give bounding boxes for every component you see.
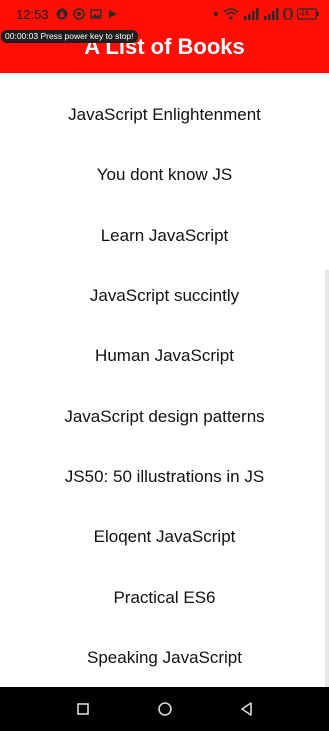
book-list-item[interactable]: You dont know JS (0, 157, 329, 193)
scrollbar[interactable] (325, 270, 329, 687)
app-header: 12:53 44 00:00:03 Press power key to sto… (0, 0, 329, 73)
image-notification-icon (90, 8, 102, 20)
system-navigation-bar (0, 687, 329, 731)
notification-icons (56, 8, 119, 20)
book-list-item[interactable]: Human JavaScript (0, 338, 329, 374)
book-list-item[interactable]: Speaking JavaScript (0, 640, 329, 676)
book-list-item[interactable]: JavaScript design patterns (0, 399, 329, 435)
dot-indicator-icon (213, 8, 219, 20)
wifi-icon (223, 8, 239, 20)
book-list-item[interactable]: JavaScript succintly (0, 278, 329, 314)
book-list-item[interactable]: Practical ES6 (0, 580, 329, 616)
circle-home-icon[interactable] (155, 699, 175, 719)
app-screen: 12:53 44 00:00:03 Press power key to sto… (0, 0, 329, 731)
vibrate-icon (283, 8, 293, 20)
battery-icon: 44 (297, 8, 319, 20)
book-list-item[interactable]: JavaScript Enlightenment (0, 97, 329, 133)
square-recent-apps-icon[interactable] (73, 699, 93, 719)
book-list-item[interactable]: Learn JavaScript (0, 218, 329, 254)
book-list[interactable]: JavaScript Enlightenment You dont know J… (0, 73, 329, 687)
alert-notification-icon (56, 8, 68, 20)
book-list-item[interactable]: JS50: 50 illustrations in JS (0, 459, 329, 495)
screen-recording-notice[interactable]: 00:00:03 Press power key to stop! (1, 30, 138, 43)
battery-level: 44 (300, 9, 309, 18)
signal-strength-2-icon (263, 8, 279, 20)
system-status-icons: 44 (213, 8, 319, 20)
signal-strength-icon (243, 8, 259, 20)
target-notification-icon (73, 8, 85, 20)
play-notification-icon (107, 8, 119, 20)
triangle-back-icon[interactable] (237, 699, 257, 719)
status-time: 12:53 (16, 7, 49, 22)
status-bar: 12:53 44 (0, 0, 329, 30)
book-list-item[interactable]: Eloqent JavaScript (0, 519, 329, 555)
